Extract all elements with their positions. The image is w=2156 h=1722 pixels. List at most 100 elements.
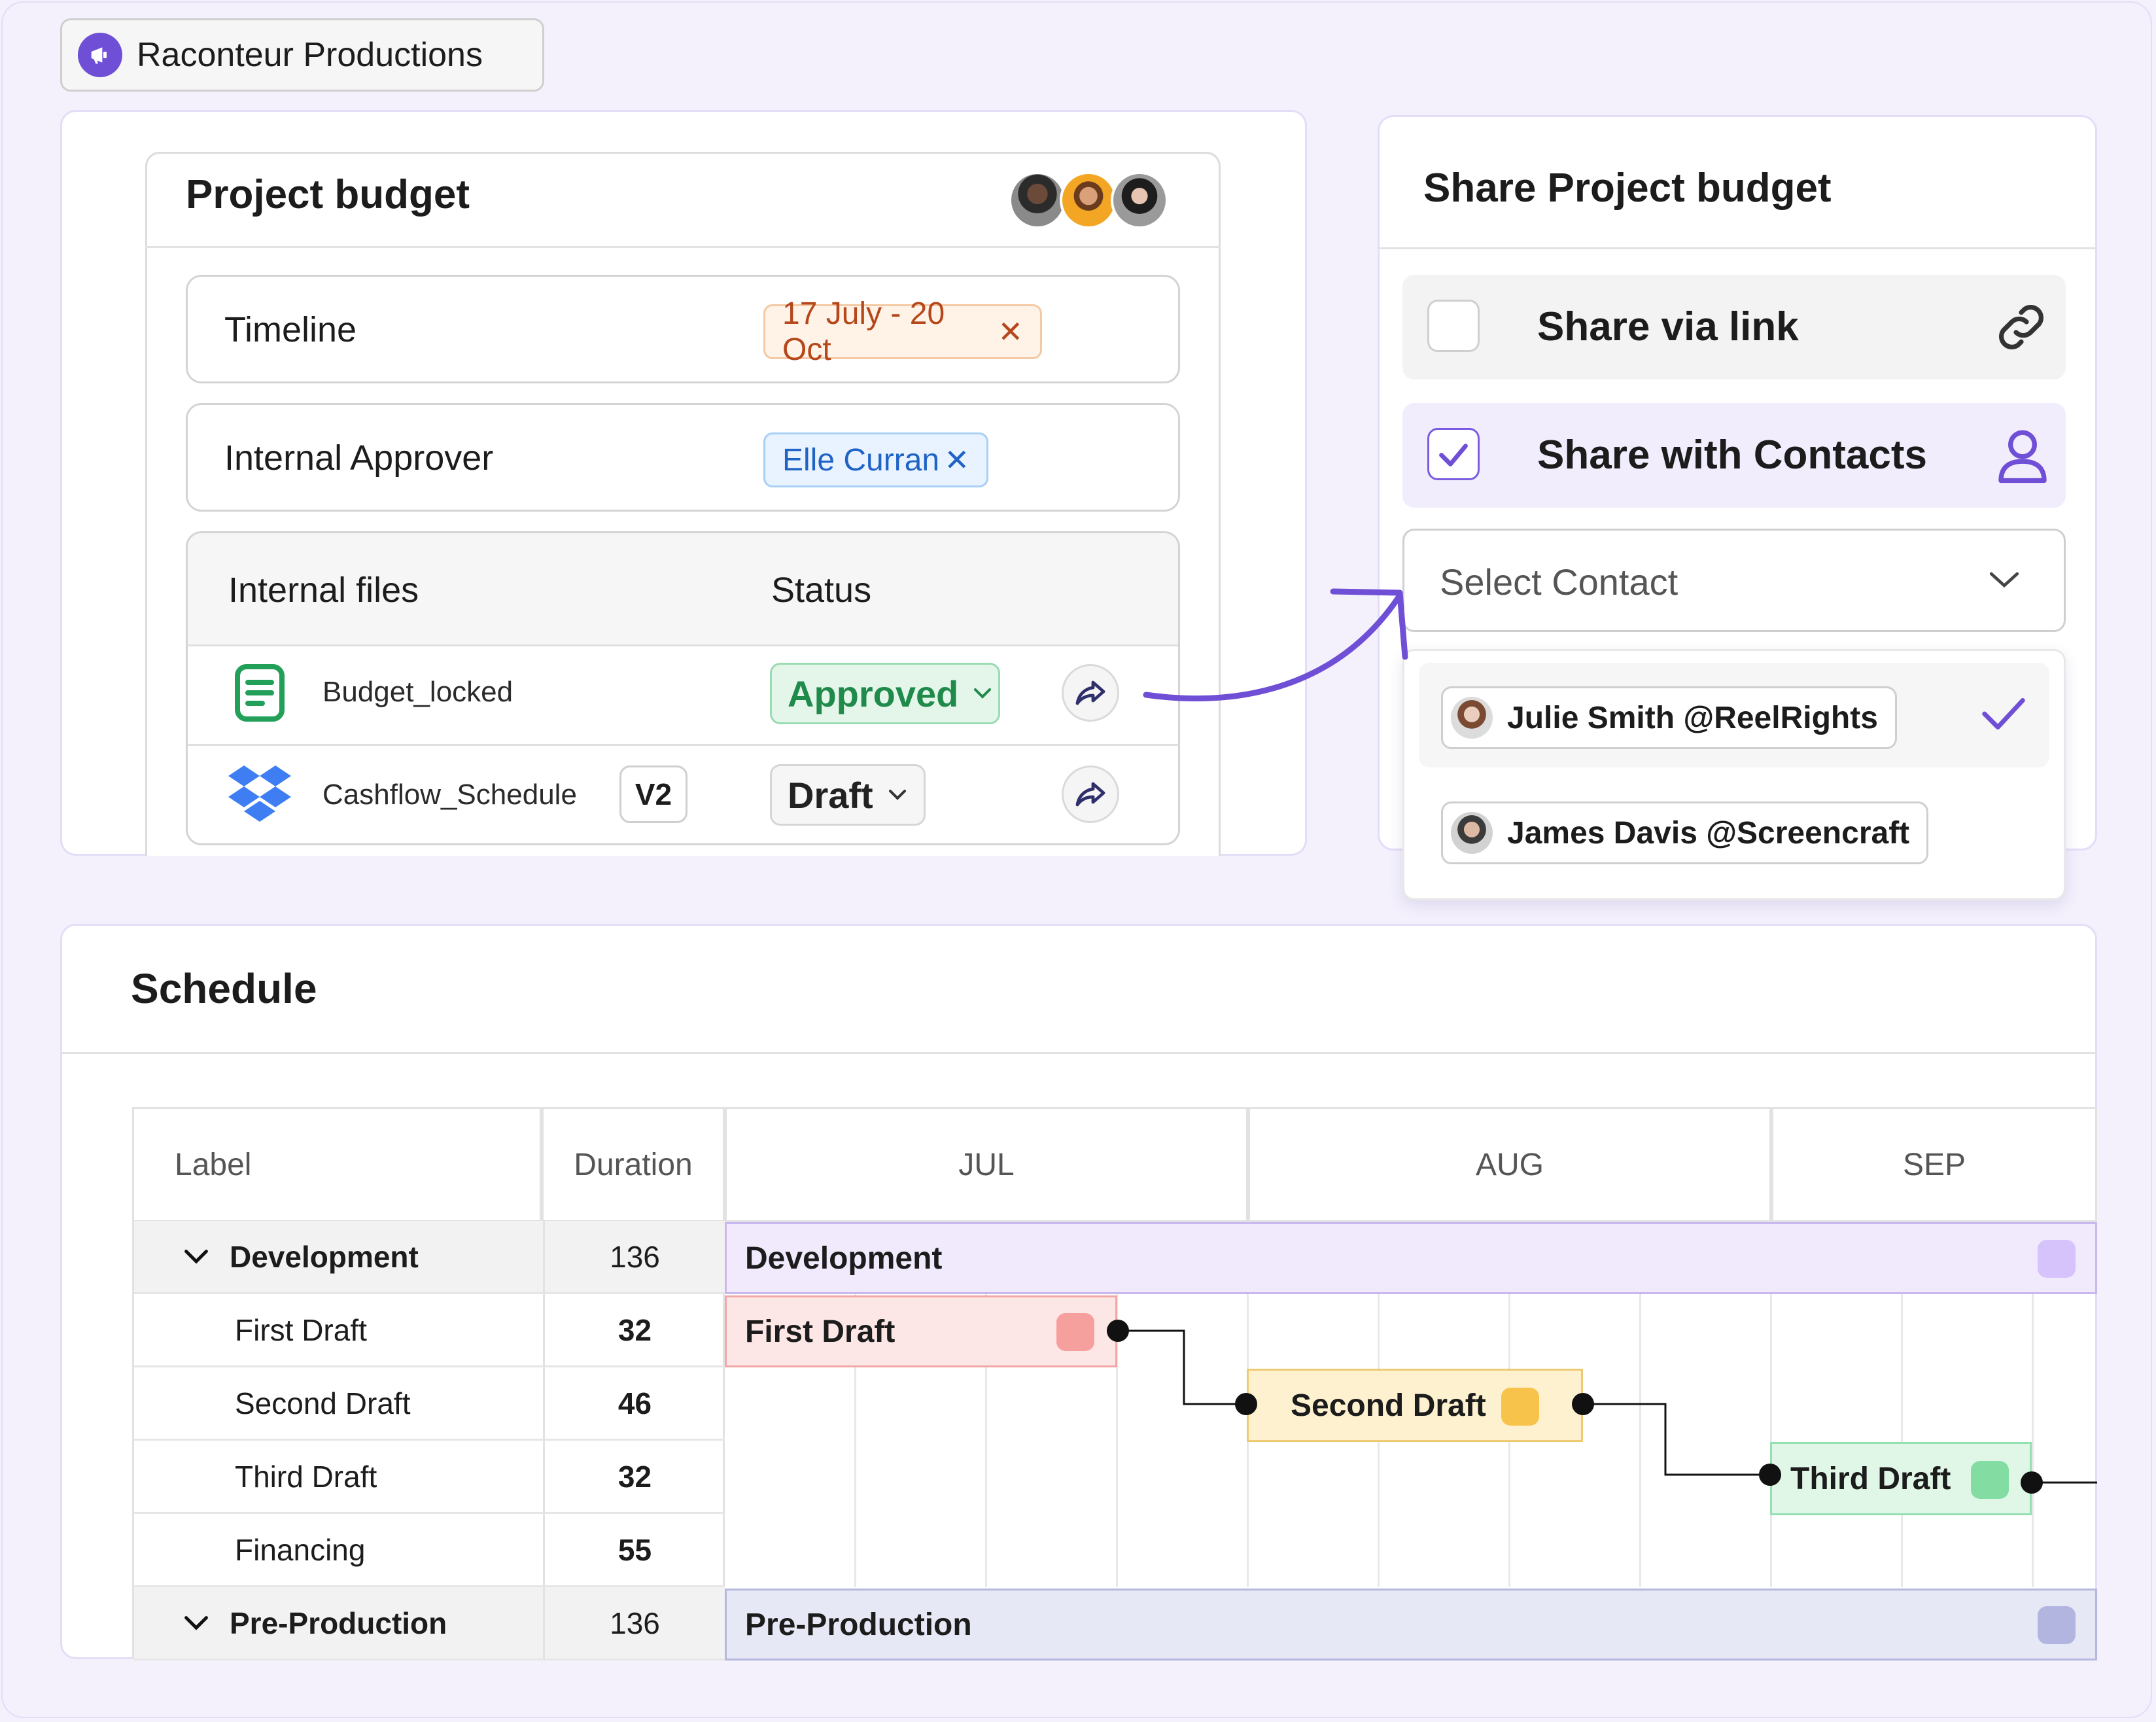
file-name[interactable]: Budget_locked [322,676,513,709]
row-label[interactable]: Financing [134,1514,545,1587]
avatar[interactable] [1009,171,1066,229]
timeline-field[interactable]: Timeline 17 July - 20 Oct ✕ [186,275,1180,383]
approver-label: Internal Approver [224,438,494,478]
megaphone-icon [78,33,122,77]
share-panel-title: Share Project budget [1423,166,1832,211]
dependency-handle[interactable] [2021,1471,2043,1494]
contact-option[interactable]: James Davis @Screencraft [1441,801,1929,864]
files-column-header: Internal files [228,571,419,610]
row-label: Pre-Production [230,1606,447,1640]
group-row-pre-production[interactable]: Pre-Production [134,1587,545,1660]
month-header-aug: AUG [1248,1107,1771,1222]
dropbox-icon [227,763,292,829]
card-title: Project budget [186,172,470,217]
share-with-contacts-option[interactable]: Share with Contacts [1402,403,2066,508]
share-arrow-icon [1075,680,1105,705]
avatar[interactable] [1060,171,1117,229]
row-label: Development [230,1239,419,1274]
file-name[interactable]: Cashflow_Schedule [322,779,577,811]
date-range-chip[interactable]: 17 July - 20 Oct ✕ [763,296,1042,367]
row-duration: 32 [545,1294,725,1367]
document-icon [234,663,286,726]
bar-color-swatch [2038,1606,2076,1644]
bar-color-swatch [1056,1313,1094,1351]
schedule-rows: Development 136 First Draft 32 Second Dr… [132,1221,725,1660]
group-row-development[interactable]: Development [134,1221,545,1294]
date-range-value: 17 July - 20 Oct [782,296,945,367]
select-contact-dropdown[interactable]: Select Contact [1402,529,2066,632]
dependency-handle[interactable] [1107,1320,1129,1342]
chevron-down-icon[interactable] [183,1614,210,1632]
row-label[interactable]: Third Draft [134,1441,545,1514]
dependency-handle[interactable] [1235,1393,1257,1415]
gantt-bar-pre-production[interactable]: Pre-Production [725,1589,2097,1660]
approver-field[interactable]: Internal Approver Elle Curran ✕ [186,403,1180,512]
bar-label: First Draft [745,1314,895,1349]
row-duration: 32 [545,1441,725,1514]
select-contact-placeholder: Select Contact [1440,561,1678,603]
workspace-name: Raconteur Productions [137,36,483,74]
version-badge: V2 [619,765,687,823]
chevron-down-icon [1989,572,2019,588]
close-icon[interactable]: ✕ [998,314,1023,349]
contact-options-list: Julie Smith @ReelRights James Davis @Scr… [1402,649,2066,900]
row-duration: 136 [545,1587,725,1660]
dependency-handle[interactable] [1572,1393,1594,1415]
gantt-bar-first-draft[interactable]: First Draft [725,1295,1117,1367]
row-duration: 136 [545,1221,725,1294]
schedule-title: Schedule [131,965,317,1012]
label-column-header[interactable]: Label [132,1107,542,1222]
files-table: Internal files Status Budget_locked Appr… [186,531,1180,845]
share-option-label: Share via link [1537,304,1799,349]
avatar [1451,697,1493,739]
share-file-button[interactable] [1062,765,1119,823]
month-header-jul: JUL [725,1107,1248,1222]
timeline-label: Timeline [224,310,357,349]
duration-column-header[interactable]: Duration [542,1107,725,1222]
bar-label: Development [745,1240,943,1276]
divider [1378,247,2097,249]
close-icon[interactable]: ✕ [944,442,969,478]
workspace-chip[interactable]: Raconteur Productions [60,18,544,92]
user-icon [1998,430,2047,483]
status-dropdown[interactable]: Draft [770,764,926,826]
share-contacts-checkbox[interactable] [1427,428,1480,480]
approver-chip[interactable]: Elle Curran ✕ [763,432,988,487]
status-column-header: Status [771,571,872,610]
status-value: Approved [788,673,959,714]
link-icon [1999,305,2043,349]
dependency-handle[interactable] [1759,1464,1781,1486]
check-icon [1439,444,1468,466]
divider [60,1052,2097,1054]
share-file-button[interactable] [1062,664,1119,722]
avatar[interactable] [1111,171,1168,229]
check-icon [1982,698,2025,729]
row-label[interactable]: First Draft [134,1294,545,1367]
collaborator-avatars[interactable] [1009,171,1168,229]
status-dropdown[interactable]: Approved [770,663,1000,724]
gantt-bar-development[interactable]: Development [725,1222,2097,1294]
contact-label: Julie Smith @ReelRights [1507,700,1878,735]
contact-label: James Davis @Screencraft [1507,815,1910,851]
share-arrow-icon [1075,782,1105,807]
row-duration: 46 [545,1367,725,1441]
table-row[interactable]: Budget_locked Approved [188,644,1178,744]
avatar [1451,812,1493,854]
share-via-link-option[interactable]: Share via link [1402,275,2066,379]
bar-color-swatch [2038,1240,2076,1278]
row-label[interactable]: Second Draft [134,1367,545,1441]
table-row[interactable]: Cashflow_Schedule V2 Draft [188,746,1178,843]
share-option-label: Share with Contacts [1537,432,1927,478]
files-header: Internal files Status [188,533,1178,646]
bar-label: Pre-Production [745,1607,972,1642]
status-value: Draft [788,774,873,816]
flow-arrow-icon [1143,588,1408,701]
share-link-checkbox[interactable] [1427,300,1480,352]
contact-option[interactable]: Julie Smith @ReelRights [1441,686,1897,749]
divider [145,246,1221,248]
chevron-down-icon[interactable] [183,1248,210,1266]
approver-value: Elle Curran [782,442,940,478]
month-header-sep: SEP [1771,1107,2097,1222]
row-duration: 55 [545,1514,725,1587]
chevron-down-icon [888,790,906,800]
